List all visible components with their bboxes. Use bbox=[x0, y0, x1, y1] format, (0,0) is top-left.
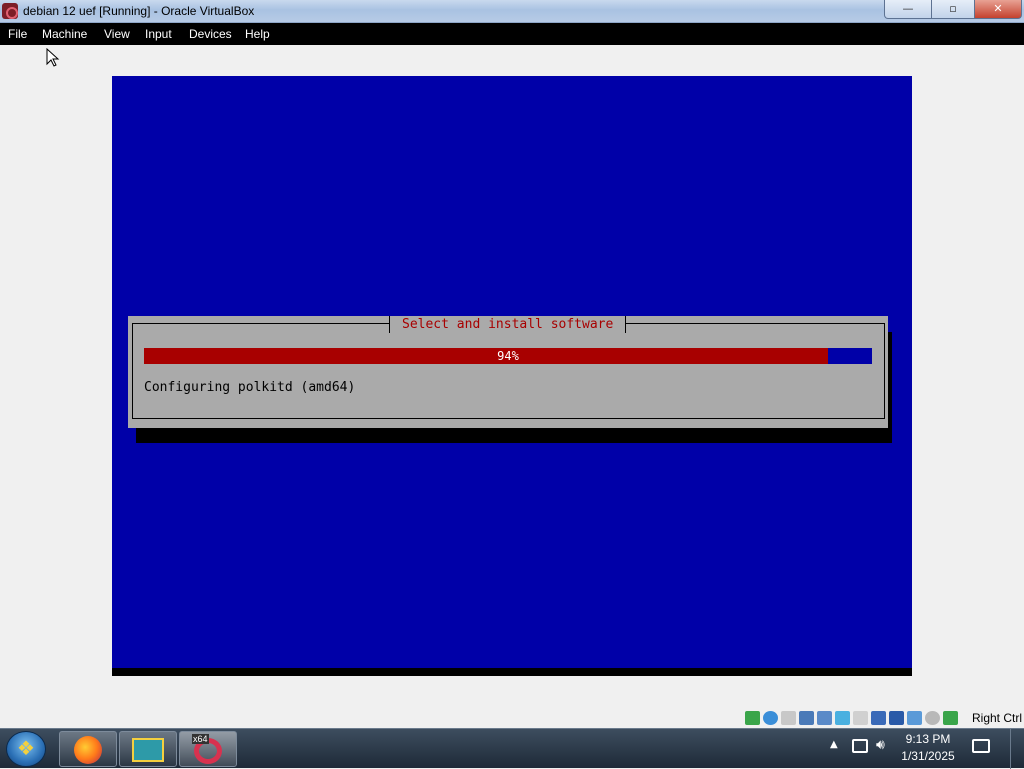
taskbar: x64 ▲ 🔊︎ 9:13 PM 1/31/2025 bbox=[0, 728, 1024, 769]
network-tray-icon[interactable] bbox=[852, 739, 868, 753]
menu-bar: File Machine View Input Devices Help bbox=[0, 23, 1024, 45]
network-icon[interactable] bbox=[817, 711, 832, 725]
mouse-integration-icon[interactable] bbox=[925, 711, 940, 725]
show-desktop-button[interactable] bbox=[1010, 729, 1024, 769]
menu-input[interactable]: Input bbox=[145, 27, 172, 41]
usb-icon[interactable] bbox=[835, 711, 850, 725]
maximize-button[interactable]: ▫ bbox=[931, 0, 975, 19]
status-text: Configuring polkitd (amd64) bbox=[144, 380, 356, 395]
taskbar-file-explorer[interactable] bbox=[119, 731, 177, 767]
menu-file[interactable]: File bbox=[8, 27, 27, 41]
volume-icon[interactable]: 🔊︎ bbox=[876, 737, 885, 753]
display-icon[interactable] bbox=[871, 711, 886, 725]
menu-help[interactable]: Help bbox=[245, 27, 270, 41]
mouse-cursor-icon bbox=[46, 48, 60, 67]
hard-disk-icon[interactable] bbox=[745, 711, 760, 725]
virtualbox-app-icon bbox=[2, 3, 18, 19]
window-title: debian 12 uef [Running] - Oracle Virtual… bbox=[23, 4, 255, 18]
audio-icon[interactable] bbox=[799, 711, 814, 725]
clock-date[interactable]: 1/31/2025 bbox=[898, 749, 958, 763]
vm-status-bar: Right Ctrl bbox=[742, 708, 1024, 728]
dialog-frame bbox=[132, 323, 885, 419]
close-button[interactable]: ✕ bbox=[974, 0, 1022, 19]
clock-time[interactable]: 9:13 PM bbox=[898, 732, 958, 746]
installer-dialog: Select and install software 94% Configur… bbox=[128, 316, 888, 428]
cpu-icon[interactable] bbox=[907, 711, 922, 725]
vm-bottom-border bbox=[112, 668, 912, 676]
notification-icon[interactable] bbox=[972, 739, 990, 753]
start-button[interactable] bbox=[6, 731, 46, 767]
keyboard-icon[interactable] bbox=[943, 711, 958, 725]
floppy-icon[interactable] bbox=[781, 711, 796, 725]
progress-bar: 94% bbox=[144, 348, 872, 364]
menu-machine[interactable]: Machine bbox=[42, 27, 87, 41]
recording-icon[interactable] bbox=[889, 711, 904, 725]
x64-badge: x64 bbox=[192, 734, 209, 744]
vm-display[interactable]: Select and install software 94% Configur… bbox=[112, 76, 912, 676]
file-explorer-icon bbox=[132, 738, 164, 762]
show-hidden-icons-icon[interactable]: ▲ bbox=[830, 739, 838, 750]
taskbar-firefox[interactable] bbox=[59, 731, 117, 767]
shared-folders-icon[interactable] bbox=[853, 711, 868, 725]
window-titlebar[interactable]: debian 12 uef [Running] - Oracle Virtual… bbox=[0, 0, 1024, 23]
firefox-icon bbox=[74, 736, 102, 764]
taskbar-virtualbox[interactable]: x64 bbox=[179, 731, 237, 767]
menu-view[interactable]: View bbox=[104, 27, 130, 41]
minimize-button[interactable]: — bbox=[884, 0, 932, 19]
progress-percent: 94% bbox=[497, 349, 519, 363]
optical-drive-icon[interactable] bbox=[763, 711, 778, 725]
host-key-label: Right Ctrl bbox=[972, 711, 1023, 725]
menu-devices[interactable]: Devices bbox=[189, 27, 232, 41]
dialog-title: Select and install software bbox=[389, 316, 627, 333]
